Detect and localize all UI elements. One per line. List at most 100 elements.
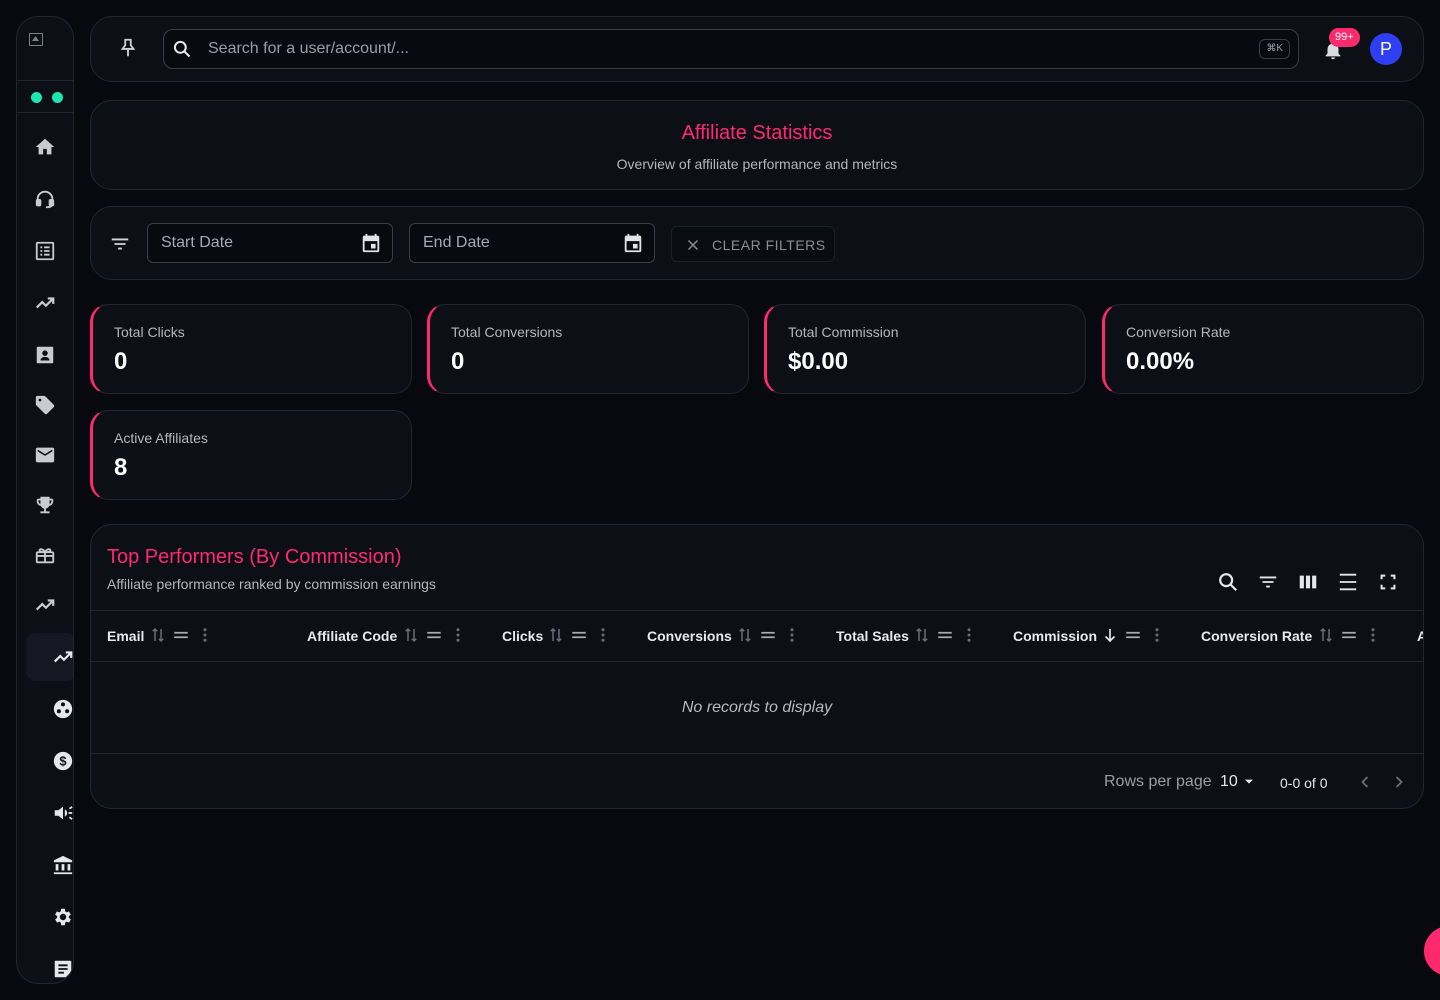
sort-descending-icon[interactable] xyxy=(1101,626,1119,644)
rows-per-page-select[interactable]: 10 xyxy=(1220,773,1238,791)
caret-down-icon[interactable] xyxy=(1241,773,1257,789)
logo-broken-image-icon[interactable] xyxy=(29,33,47,49)
trending-up-icon[interactable] xyxy=(52,646,73,668)
column-header-email[interactable]: Email xyxy=(107,628,144,644)
support-agent-icon[interactable] xyxy=(34,188,56,210)
end-date-field[interactable]: End Date xyxy=(409,223,655,263)
user-avatar[interactable]: P xyxy=(1370,33,1402,65)
tag-icon[interactable] xyxy=(34,394,56,416)
sort-icon[interactable] xyxy=(149,626,167,644)
bank-icon[interactable] xyxy=(52,854,73,876)
svg-text:$: $ xyxy=(59,754,66,769)
sidebar: $ xyxy=(16,16,74,984)
column-menu-icon[interactable] xyxy=(1364,626,1382,644)
floating-action-button[interactable] xyxy=(1424,926,1440,976)
gear-icon[interactable] xyxy=(52,906,73,928)
table-header-divider xyxy=(91,661,1423,662)
stat-value: $0.00 xyxy=(788,348,849,375)
stat-title: Conversion Rate xyxy=(1126,324,1231,340)
search-input[interactable] xyxy=(208,30,1208,68)
drag-handle-icon[interactable] xyxy=(759,626,777,644)
column-menu-icon[interactable] xyxy=(196,626,214,644)
page-subtitle: Overview of affiliate performance and me… xyxy=(616,156,898,172)
sort-icon[interactable] xyxy=(402,626,420,644)
start-date-label: Start Date xyxy=(161,234,234,251)
trending-up-icon[interactable] xyxy=(34,292,56,314)
sidebar-divider xyxy=(17,112,73,113)
drag-handle-icon[interactable] xyxy=(172,626,190,644)
start-date-field[interactable]: Start Date xyxy=(147,223,393,263)
calendar-icon[interactable] xyxy=(622,232,644,254)
column-header-commission[interactable]: Commission xyxy=(1013,628,1097,644)
page-header: Affiliate Statistics Overview of affilia… xyxy=(90,100,1424,190)
stat-card-total-commission: Total Commission $0.00 xyxy=(764,304,1086,394)
column-menu-icon[interactable] xyxy=(594,626,612,644)
density-icon[interactable] xyxy=(1337,571,1359,593)
sort-icon[interactable] xyxy=(547,626,565,644)
stat-title: Total Conversions xyxy=(451,324,563,340)
status-dot-icon xyxy=(31,92,42,103)
stat-card-total-clicks: Total Clicks 0 xyxy=(90,304,412,394)
search-icon xyxy=(172,39,192,59)
sidebar-divider xyxy=(17,80,73,81)
table-footer-divider xyxy=(91,753,1423,754)
previous-page-icon[interactable] xyxy=(1355,772,1375,792)
column-menu-icon[interactable] xyxy=(449,626,467,644)
list-icon[interactable] xyxy=(34,240,56,262)
pagination-range: 0-0 of 0 xyxy=(1280,775,1328,791)
sort-icon[interactable] xyxy=(913,626,931,644)
sort-icon[interactable] xyxy=(1317,626,1335,644)
drag-handle-icon[interactable] xyxy=(425,626,443,644)
column-menu-icon[interactable] xyxy=(1148,626,1166,644)
search-shortcut-hint: ⌘K xyxy=(1259,39,1290,59)
notes-icon[interactable] xyxy=(52,958,73,980)
trending-up-icon[interactable] xyxy=(34,594,56,616)
column-header-conversion-rate[interactable]: Conversion Rate xyxy=(1201,628,1312,644)
search-icon[interactable] xyxy=(1217,571,1239,593)
drag-handle-icon[interactable] xyxy=(1124,626,1142,644)
filter-icon[interactable] xyxy=(109,233,131,255)
table-subtitle: Affiliate performance ranked by commissi… xyxy=(107,576,436,592)
dollar-icon[interactable]: $ xyxy=(52,750,73,772)
trophy-icon[interactable] xyxy=(34,494,56,516)
column-header-truncated[interactable]: A xyxy=(1417,628,1423,644)
clear-filters-label: CLEAR FILTERS xyxy=(712,237,826,253)
column-menu-icon[interactable] xyxy=(960,626,978,644)
notification-count-badge: 99+ xyxy=(1329,28,1360,47)
column-header-affiliate-code[interactable]: Affiliate Code xyxy=(307,628,397,644)
status-dot-icon xyxy=(52,92,63,103)
stat-card-total-conversions: Total Conversions 0 xyxy=(427,304,749,394)
drag-handle-icon[interactable] xyxy=(570,626,588,644)
stat-title: Total Commission xyxy=(788,324,899,340)
column-header-conversions[interactable]: Conversions xyxy=(647,628,732,644)
stat-value: 0 xyxy=(451,348,465,375)
network-icon[interactable] xyxy=(52,698,73,720)
home-icon[interactable] xyxy=(34,136,56,158)
filter-icon[interactable] xyxy=(1257,571,1279,593)
stat-card-conversion-rate: Conversion Rate 0.00% xyxy=(1102,304,1424,394)
table-divider xyxy=(91,610,1423,611)
fullscreen-icon[interactable] xyxy=(1377,571,1399,593)
calendar-icon[interactable] xyxy=(360,232,382,254)
columns-icon[interactable] xyxy=(1297,571,1319,593)
clear-filters-button[interactable]: CLEAR FILTERS xyxy=(671,226,835,262)
contact-card-icon[interactable] xyxy=(34,344,56,366)
campaign-icon[interactable] xyxy=(52,802,73,824)
sort-icon[interactable] xyxy=(736,626,754,644)
gift-icon[interactable] xyxy=(34,544,56,566)
end-date-label: End Date xyxy=(423,234,490,251)
mail-icon[interactable] xyxy=(34,444,56,466)
column-header-total-sales[interactable]: Total Sales xyxy=(836,628,909,644)
top-bar: ⌘K 99+ P xyxy=(90,16,1424,82)
column-menu-icon[interactable] xyxy=(783,626,801,644)
drag-handle-icon[interactable] xyxy=(936,626,954,644)
stat-card-active-affiliates: Active Affiliates 8 xyxy=(90,410,412,500)
search-box[interactable]: ⌘K xyxy=(163,29,1299,69)
empty-state-message: No records to display xyxy=(681,699,833,716)
column-header-clicks[interactable]: Clicks xyxy=(502,628,543,644)
pin-icon[interactable] xyxy=(117,37,139,59)
status-dots xyxy=(31,92,63,103)
drag-handle-icon[interactable] xyxy=(1340,626,1358,644)
next-page-icon[interactable] xyxy=(1389,772,1409,792)
table-title: Top Performers (By Commission) xyxy=(107,546,402,568)
